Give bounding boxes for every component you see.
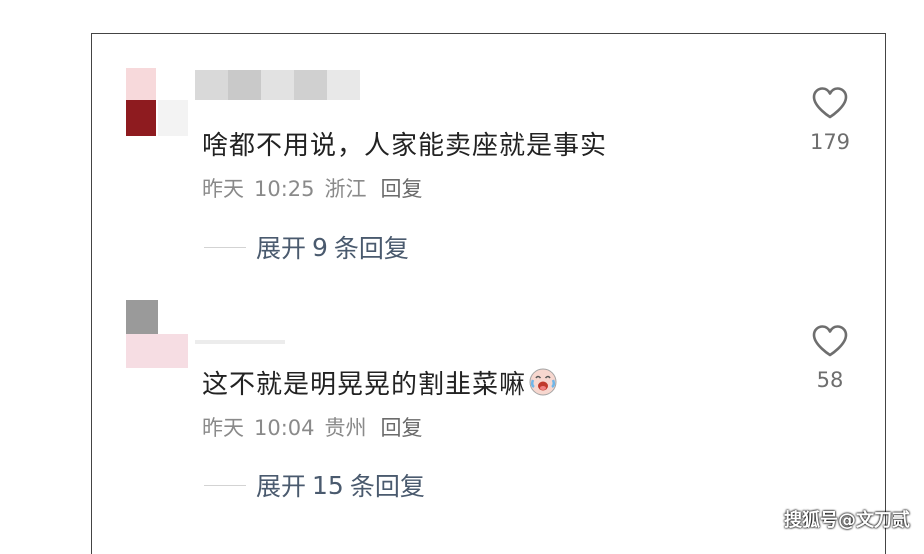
divider-line xyxy=(204,247,246,248)
expand-label: 展开 xyxy=(256,467,306,503)
comment-date: 昨天 xyxy=(202,177,244,201)
expand-count: 9 xyxy=(312,233,328,262)
comment-meta: 昨天 10:04 贵州回复 xyxy=(202,412,433,442)
comment-location: 浙江 xyxy=(325,177,367,201)
like-count: 179 xyxy=(805,130,855,154)
like-button[interactable]: 58 xyxy=(805,324,855,392)
expand-replies-button[interactable]: 展开 9 条回复 xyxy=(204,229,409,265)
comment-location: 贵州 xyxy=(325,416,367,440)
expand-replies-button[interactable]: 展开 15 条回复 xyxy=(204,467,425,503)
heart-icon[interactable] xyxy=(811,86,849,120)
comment-time: 10:25 xyxy=(254,177,315,201)
avatar[interactable] xyxy=(122,68,192,138)
expand-count: 15 xyxy=(312,471,344,500)
comment-text-content: 这不就是明晃晃的割韭菜嘛 xyxy=(202,370,526,400)
comment-text: 啥都不用说，人家能卖座就是事实 xyxy=(202,125,607,162)
heart-icon[interactable] xyxy=(811,324,849,358)
comment-date: 昨天 xyxy=(202,416,244,440)
divider-line xyxy=(204,485,246,486)
crying-laughing-emoji-icon xyxy=(528,367,558,397)
like-count: 58 xyxy=(805,368,855,392)
reply-button[interactable]: 回复 xyxy=(381,177,423,201)
comment-time: 10:04 xyxy=(254,416,315,440)
comment-text: 这不就是明晃晃的割韭菜嘛 xyxy=(202,364,558,401)
expand-label: 展开 xyxy=(256,229,306,265)
comment-panel: 啥都不用说，人家能卖座就是事实 昨天10:25浙江回复 展开 9 条回复 179… xyxy=(91,33,886,554)
avatar[interactable] xyxy=(122,300,192,370)
comment-meta: 昨天 10:25 浙江回复 xyxy=(202,173,433,203)
like-button[interactable]: 179 xyxy=(805,86,855,154)
expand-suffix: 条回复 xyxy=(350,467,425,503)
reply-button[interactable]: 回复 xyxy=(381,416,423,440)
expand-suffix: 条回复 xyxy=(334,229,409,265)
watermark: 搜狐号@文刀贰 xyxy=(784,506,910,532)
